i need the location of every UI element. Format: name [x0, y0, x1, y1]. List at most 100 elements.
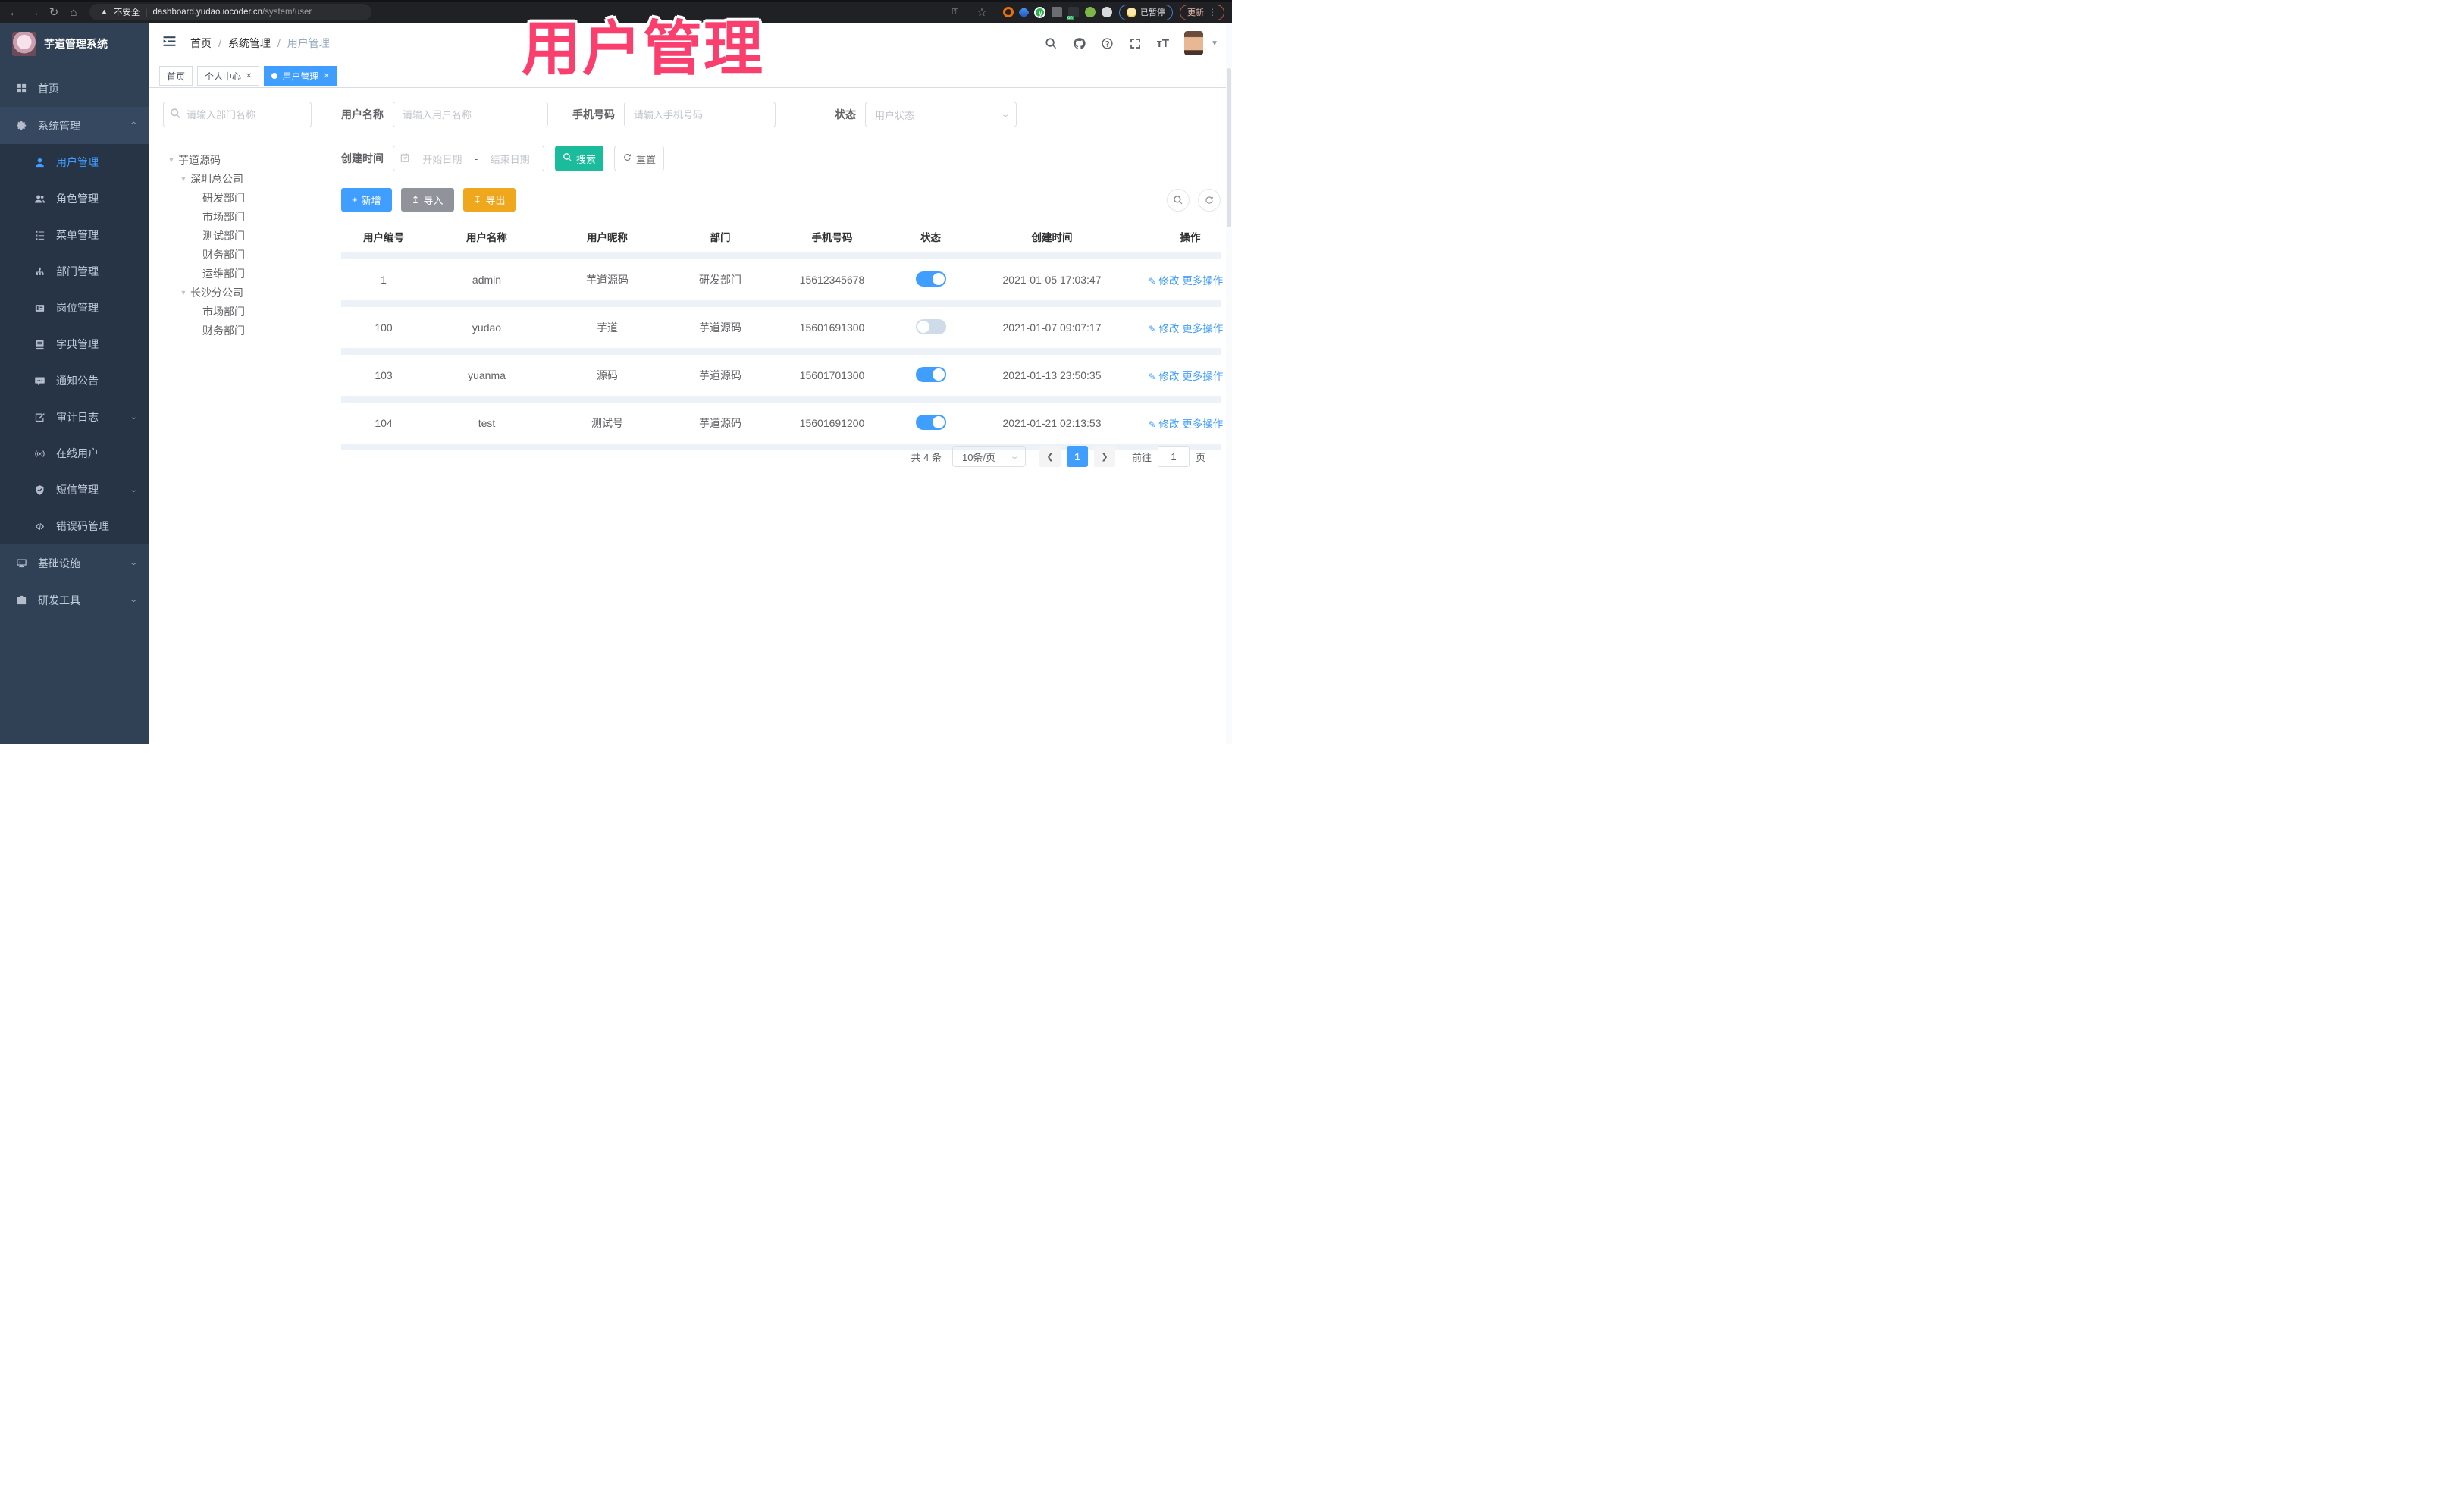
- orange-ring-extension-icon[interactable]: [1003, 7, 1014, 17]
- app-logo[interactable]: 芋道管理系统: [0, 23, 149, 64]
- sidebar-item-岗位管理[interactable]: 岗位管理: [0, 290, 149, 326]
- tree-node-研发部门[interactable]: 研发部门: [163, 188, 322, 207]
- puzzle-extension-icon[interactable]: [1102, 7, 1112, 17]
- close-icon[interactable]: ✕: [246, 72, 252, 80]
- more-actions-link[interactable]: 更多操作 ⌄: [1182, 371, 1232, 382]
- date-range-picker[interactable]: 开始日期 - 结束日期: [393, 146, 544, 171]
- expand-arrow-icon[interactable]: ▼: [177, 289, 190, 296]
- url-text[interactable]: dashboard.yudao.iocoder.cn/system/user: [153, 8, 312, 17]
- sidebar-item-用户管理[interactable]: 用户管理: [0, 144, 149, 180]
- tree-node-市场部门[interactable]: 市场部门: [163, 302, 322, 321]
- update-button[interactable]: 更新 ⋮: [1180, 4, 1224, 20]
- edit-link[interactable]: ✎ 修改: [1149, 323, 1180, 334]
- breadcrumb-item[interactable]: 首页: [190, 36, 212, 51]
- tree-node-深圳总公司[interactable]: ▼ 深圳总公司: [163, 169, 322, 188]
- reset-button[interactable]: 重置: [614, 146, 664, 171]
- breadcrumb-item: 用户管理: [287, 37, 330, 49]
- sidebar-item-首页[interactable]: 首页: [0, 70, 149, 107]
- more-actions-link[interactable]: 更多操作 ⌄: [1182, 323, 1232, 334]
- sidebar-item-研发工具[interactable]: 研发工具 ⌄: [0, 581, 149, 619]
- dashboard-icon: [15, 83, 27, 95]
- sidebar-item-基础设施[interactable]: 基础设施 ⌄: [0, 544, 149, 581]
- username-input[interactable]: [393, 102, 548, 127]
- date-start-placeholder[interactable]: 开始日期: [415, 152, 470, 166]
- mobile-input[interactable]: [624, 102, 776, 127]
- green-y-extension-icon[interactable]: y: [1034, 6, 1045, 18]
- current-page[interactable]: 1: [1066, 446, 1088, 467]
- sidebar-item-错误码管理[interactable]: 错误码管理: [0, 508, 149, 544]
- page: 用户管理 ← → ↻ ⌂ ▲ 不安全 | dashboard.yudao.ioc…: [0, 0, 1232, 744]
- sidebar-item-角色管理[interactable]: 角色管理: [0, 180, 149, 217]
- tree-node-市场部门[interactable]: 市场部门: [163, 207, 322, 226]
- list-on-extension-icon[interactable]: on: [1067, 7, 1079, 20]
- home-icon[interactable]: ⌂: [64, 6, 83, 19]
- user-avatar[interactable]: [1184, 31, 1204, 55]
- tab-个人中心[interactable]: 个人中心 ✕: [197, 66, 260, 86]
- breadcrumb-item[interactable]: 系统管理: [228, 36, 271, 51]
- sidebar-item-菜单管理[interactable]: 菜单管理: [0, 217, 149, 253]
- scrollbar-thumb[interactable]: [1227, 68, 1231, 227]
- show-search-icon-button[interactable]: [1167, 188, 1190, 212]
- tree-node-芋道源码[interactable]: ▼ 芋道源码: [163, 150, 322, 169]
- refresh-table-button[interactable]: [1198, 188, 1221, 212]
- page-size-select[interactable]: 10条/页 ⌄: [951, 446, 1026, 467]
- collapse-sidebar-icon[interactable]: [162, 34, 177, 52]
- tree-node-运维部门[interactable]: 运维部门: [163, 264, 322, 283]
- tab-首页[interactable]: 首页: [159, 66, 193, 86]
- fullscreen-icon[interactable]: [1129, 37, 1142, 50]
- sidebar-item-在线用户[interactable]: 在线用户: [0, 435, 149, 472]
- close-icon[interactable]: ✕: [323, 72, 329, 80]
- back-icon[interactable]: ←: [5, 6, 24, 19]
- search-button[interactable]: 搜索: [555, 146, 603, 171]
- status-toggle[interactable]: [915, 318, 946, 334]
- status-toggle[interactable]: [915, 271, 946, 287]
- tree-node-财务部门[interactable]: 财务部门: [163, 321, 322, 340]
- github-icon[interactable]: [1073, 37, 1086, 50]
- add-button[interactable]: + 新增: [341, 188, 392, 212]
- security-label[interactable]: 不安全: [114, 6, 140, 18]
- address-bar[interactable]: ▲ 不安全 | dashboard.yudao.iocoder.cn/syste…: [89, 4, 371, 20]
- tree-node-测试部门[interactable]: 测试部门: [163, 226, 322, 245]
- more-actions-link[interactable]: 更多操作 ⌄: [1182, 275, 1232, 287]
- fontsize-icon[interactable]: тT: [1157, 37, 1170, 50]
- sidebar-item-系统管理[interactable]: 系统管理 ⌃: [0, 107, 149, 144]
- tab-用户管理[interactable]: 用户管理 ✕: [264, 66, 337, 86]
- help-icon[interactable]: [1101, 37, 1114, 50]
- edit-link[interactable]: ✎ 修改: [1149, 371, 1180, 382]
- next-page-button[interactable]: ❯: [1093, 446, 1115, 467]
- sidebar-item-通知公告[interactable]: 通知公告: [0, 362, 149, 399]
- avatar-caret-icon[interactable]: ▼: [1211, 39, 1218, 48]
- sidebar-item-审计日志[interactable]: 审计日志 ⌄: [0, 399, 149, 435]
- menu-dots-icon[interactable]: ⋮: [1208, 7, 1217, 17]
- page-scrollbar[interactable]: [1226, 23, 1232, 744]
- expand-arrow-icon[interactable]: ▼: [165, 156, 178, 164]
- search-icon[interactable]: [1045, 37, 1058, 50]
- key-icon[interactable]: ⚿: [945, 8, 965, 17]
- forward-icon[interactable]: →: [24, 6, 44, 19]
- reload-icon[interactable]: ↻: [44, 5, 64, 19]
- grid-extension-icon[interactable]: [1052, 7, 1062, 17]
- dept-search-input[interactable]: [163, 102, 312, 127]
- date-end-placeholder[interactable]: 结束日期: [482, 152, 538, 166]
- tree-node-财务部门[interactable]: 财务部门: [163, 245, 322, 264]
- expand-arrow-icon[interactable]: ▼: [177, 175, 190, 183]
- more-actions-link[interactable]: 更多操作 ⌄: [1182, 418, 1232, 430]
- status-toggle[interactable]: [915, 414, 946, 430]
- import-button[interactable]: ↥ 导入: [400, 188, 454, 212]
- goto-page-input[interactable]: [1157, 446, 1190, 467]
- profile-paused-badge[interactable]: 已暂停: [1119, 4, 1173, 20]
- edit-link[interactable]: ✎ 修改: [1149, 275, 1180, 287]
- sidebar-item-字典管理[interactable]: 字典管理: [0, 326, 149, 362]
- sidebar-item-部门管理[interactable]: 部门管理: [0, 253, 149, 290]
- tree-node-长沙分公司[interactable]: ▼ 长沙分公司: [163, 283, 322, 302]
- status-toggle[interactable]: [915, 366, 946, 382]
- status-select[interactable]: 用户状态 ⌄: [865, 102, 1017, 127]
- blue-gem-extension-icon[interactable]: [1017, 6, 1030, 18]
- chevron-down-icon: ⌄: [1009, 452, 1020, 461]
- edit-link[interactable]: ✎ 修改: [1149, 418, 1180, 430]
- sidebar-item-短信管理[interactable]: 短信管理 ⌄: [0, 472, 149, 508]
- green-leaf-extension-icon[interactable]: [1085, 7, 1096, 17]
- bookmark-star-icon[interactable]: ☆: [972, 5, 992, 19]
- export-button[interactable]: ↧ 导出: [462, 188, 516, 212]
- prev-page-button[interactable]: ❮: [1039, 446, 1061, 467]
